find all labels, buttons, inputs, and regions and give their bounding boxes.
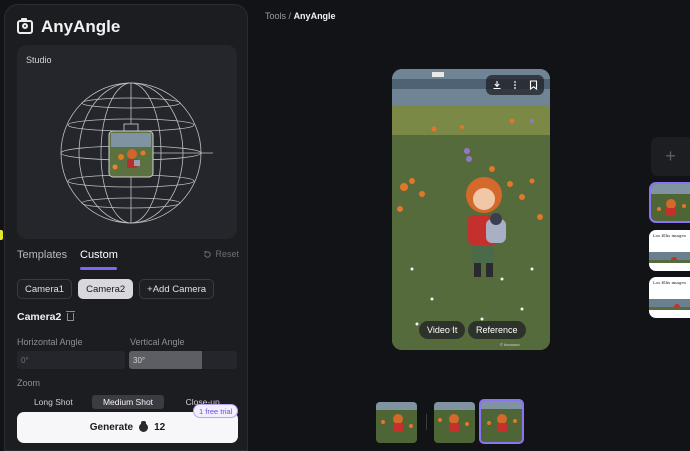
left-panel: AnyAngle Studio Templates Custom Reset C… xyxy=(4,4,248,451)
add-camera-button[interactable]: +Add Camera xyxy=(139,279,215,299)
selected-camera: Camera2 xyxy=(17,311,76,323)
thumb-caption: Los Ellis images xyxy=(653,280,686,285)
camera-sphere[interactable] xyxy=(17,45,237,239)
reference-button[interactable]: Reference xyxy=(468,321,526,339)
mode-tabs: Templates Custom Reset xyxy=(17,249,239,270)
selected-camera-name: Camera2 xyxy=(17,311,62,323)
app-title: AnyAngle xyxy=(41,17,121,36)
vertical-angle-value: 30° xyxy=(133,355,146,365)
doll-photo xyxy=(392,69,550,350)
more-options-icon[interactable] xyxy=(513,80,517,90)
plus-icon: + xyxy=(665,146,676,166)
edge-indicator xyxy=(0,230,3,240)
breadcrumb-separator: / xyxy=(288,11,292,21)
generate-cost: 12 xyxy=(154,422,166,433)
credit-icon xyxy=(139,421,149,432)
history-thumb-1[interactable] xyxy=(376,402,417,443)
trash-icon[interactable] xyxy=(66,311,76,321)
camera1-button[interactable]: Camera1 xyxy=(17,279,73,299)
tab-custom[interactable]: Custom xyxy=(80,249,118,261)
breadcrumb-current: AnyAngle xyxy=(293,11,336,21)
camera2-button[interactable]: Camera2 xyxy=(78,279,134,299)
reset-icon xyxy=(204,250,212,258)
thumb-image xyxy=(434,402,475,432)
horizontal-angle-value: 0° xyxy=(21,355,29,365)
camera-marker[interactable] xyxy=(108,123,154,178)
preview-toolbar xyxy=(486,75,544,95)
watermark: © hoooooo xyxy=(500,342,520,347)
zoom-long-shot[interactable]: Long Shot xyxy=(17,395,90,409)
free-trial-badge: 1 free trial xyxy=(193,404,239,418)
breadcrumb: Tools / AnyAngle xyxy=(265,11,336,21)
breadcrumb-tools[interactable]: Tools xyxy=(265,11,286,21)
video-it-button[interactable]: Video It xyxy=(419,321,466,339)
history-thumb-2[interactable] xyxy=(434,402,475,443)
horizontal-angle-label: Horizontal Angle xyxy=(17,337,83,347)
camera-icon xyxy=(17,18,33,34)
zoom-label: Zoom xyxy=(17,378,41,388)
vertical-angle-label: Vertical Angle xyxy=(130,337,185,347)
panel-header: AnyAngle xyxy=(17,17,120,37)
right-thumb-3[interactable]: Los Ellis images xyxy=(649,277,690,318)
thumb-separator xyxy=(426,414,427,430)
preview-image xyxy=(392,69,550,350)
vertical-angle-slider[interactable]: 30° xyxy=(129,351,237,369)
zoom-medium-shot[interactable]: Medium Shot xyxy=(91,395,165,409)
history-thumb-3-selected[interactable] xyxy=(479,399,524,444)
reset-button[interactable]: Reset xyxy=(203,249,239,259)
right-thumb-1[interactable] xyxy=(649,182,690,223)
thumb-image xyxy=(376,402,417,432)
bookmark-icon[interactable] xyxy=(529,80,538,90)
download-icon[interactable] xyxy=(492,80,502,90)
tab-underline xyxy=(80,267,117,270)
generate-label: Generate xyxy=(89,422,134,433)
horizontal-angle-input[interactable]: 0° xyxy=(17,351,125,369)
studio-viewport[interactable]: Studio xyxy=(17,45,237,239)
right-thumb-2[interactable]: Los Ellis images xyxy=(649,230,690,271)
camera-list: Camera1 Camera2 +Add Camera xyxy=(17,279,215,299)
thumb-caption: Los Ellis images xyxy=(653,233,686,238)
reset-label: Reset xyxy=(215,249,239,259)
add-image-button[interactable]: + xyxy=(651,137,690,176)
thumb-image xyxy=(481,401,522,432)
thumb-image xyxy=(651,184,690,216)
tab-templates[interactable]: Templates xyxy=(17,249,67,261)
